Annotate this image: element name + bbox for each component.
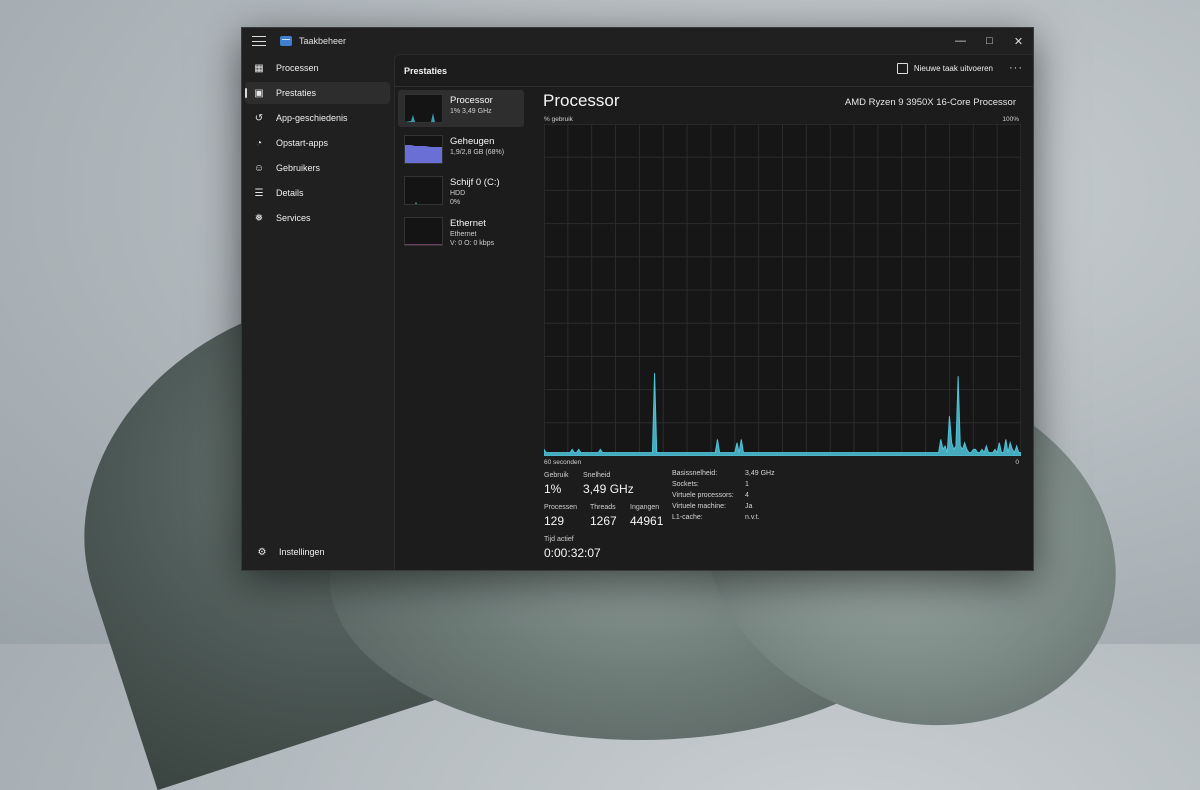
graph-xlabel: 60 seconden [544, 459, 582, 466]
spec-value: 3,49 GHz [745, 470, 775, 477]
panel-title: Processor [543, 91, 620, 110]
device-thumbnail [404, 176, 443, 205]
usage-label: Gebruik [544, 472, 569, 479]
spec-value: Ja [745, 503, 753, 510]
sidebar-item-label: Gebruikers [276, 163, 321, 173]
close-button[interactable]: ✕ [1004, 30, 1033, 52]
device-sub: HDD [450, 190, 466, 197]
sidebar: ▦ Processen ▣ Prestaties ↺ App-geschiede… [242, 54, 394, 570]
sidebar-item-details[interactable]: ☰ Details [245, 182, 390, 204]
task-manager-app-icon [280, 36, 292, 46]
main-content: Prestaties Nieuwe taak uitvoeren ··· Pro… [394, 54, 1033, 570]
run-new-task-button[interactable]: Nieuwe taak uitvoeren [896, 63, 993, 74]
sidebar-item-gebruikers[interactable]: ☺ Gebruikers [245, 157, 390, 179]
spec-key: L1-cache: [672, 514, 703, 521]
sidebar-item-instellingen[interactable]: ⚙ Instellingen [248, 541, 386, 563]
sidebar-item-opstart-apps[interactable]: ◔ Opstart-apps [245, 132, 390, 154]
sidebar-item-services[interactable]: ❅ Services [245, 207, 390, 229]
spec-value: n.v.t. [745, 514, 760, 521]
sidebar-item-label: Instellingen [279, 547, 325, 557]
maximize-button[interactable]: □ [975, 30, 1004, 52]
graph-ymax-label: 100% [1002, 116, 1019, 123]
graph-ylabel: % gebruik [544, 116, 573, 123]
sidebar-item-label: Processen [276, 63, 319, 73]
sidebar-item-label: App-geschiedenis [276, 113, 348, 123]
spec-key: Virtuele processors: [672, 492, 734, 499]
threads-value: 1267 [590, 514, 617, 528]
device-item-memory[interactable]: Geheugen 1,9/2,8 GB (68%) [398, 131, 524, 168]
device-name: Processor [450, 95, 493, 106]
uptime-value: 0:00:32:07 [544, 546, 601, 560]
sidebar-item-label: Details [276, 188, 304, 198]
device-item-processor[interactable]: Processor 1% 3,49 GHz [398, 90, 524, 127]
threads-label: Threads [590, 504, 616, 511]
main-header: Prestaties Nieuwe taak uitvoeren ··· [395, 55, 1033, 87]
speed-value: 3,49 GHz [583, 482, 634, 496]
task-manager-window: Taakbeheer — □ ✕ ▦ Processen ▣ Prestatie… [241, 27, 1034, 571]
minimize-button[interactable]: — [946, 30, 975, 52]
users-icon: ☺ [253, 162, 265, 174]
device-thumbnail [404, 217, 443, 246]
handles-label: Ingangen [630, 504, 660, 511]
app-title: Taakbeheer [299, 36, 347, 46]
processes-value: 129 [544, 514, 565, 528]
sidebar-item-prestaties[interactable]: ▣ Prestaties [245, 82, 390, 104]
device-sub: 1% 3,49 GHz [450, 108, 492, 115]
hamburger-menu-icon[interactable] [252, 36, 266, 46]
device-sub: Ethernet [450, 231, 477, 238]
spec-key: Basissnelheid: [672, 470, 718, 477]
puzzle-icon: ❅ [254, 212, 264, 224]
sidebar-item-app-geschiedenis[interactable]: ↺ App-geschiedenis [245, 107, 390, 129]
spec-key: Virtuele machine: [672, 503, 726, 510]
grid-icon: ▦ [254, 62, 264, 74]
processor-panel: Processor AMD Ryzen 9 3950X 16-Core Proc… [533, 88, 1033, 570]
speedometer-icon: ◔ [255, 137, 263, 149]
device-name: Geheugen [450, 136, 495, 147]
device-name: Schijf 0 (C:) [450, 177, 500, 188]
device-item-disk[interactable]: Schijf 0 (C:) HDD 0% [398, 172, 524, 209]
new-task-icon [896, 63, 908, 74]
sidebar-item-label: Services [276, 213, 311, 223]
uptime-label: Tijd actief [544, 536, 574, 543]
spec-key: Sockets: [672, 481, 699, 488]
cpu-usage-graph [544, 124, 1021, 456]
run-new-task-label: Nieuwe taak uitvoeren [913, 64, 993, 73]
more-options-button[interactable]: ··· [1009, 62, 1023, 74]
sidebar-item-label: Opstart-apps [276, 138, 329, 148]
device-thumbnail [404, 135, 443, 164]
processor-model: AMD Ryzen 9 3950X 16-Core Processor [844, 97, 1016, 108]
processes-label: Processen [544, 504, 578, 511]
device-list: Processor 1% 3,49 GHz Geheugen 1,9/2,8 G… [395, 88, 526, 570]
speed-label: Snelheid [583, 472, 611, 479]
history-icon: ↺ [254, 112, 264, 124]
graph-xmax-label: 0 [1015, 459, 1019, 466]
performance-icon: ▣ [254, 87, 264, 99]
sidebar-item-label: Prestaties [276, 88, 317, 98]
sidebar-item-processen[interactable]: ▦ Processen [245, 57, 390, 79]
page-title: Prestaties [404, 65, 448, 76]
usage-value: 1% [544, 482, 562, 496]
list-icon: ☰ [254, 187, 264, 199]
handles-value: 44961 [630, 514, 664, 528]
device-sub: V: 0 O: 0 kbps [450, 240, 495, 247]
title-bar: Taakbeheer — □ ✕ [242, 28, 1033, 54]
device-thumbnail [404, 94, 443, 123]
spec-value: 4 [745, 492, 749, 499]
device-name: Ethernet [450, 218, 486, 229]
device-item-ethernet[interactable]: Ethernet Ethernet V: 0 O: 0 kbps [398, 213, 524, 250]
device-sub: 0% [450, 199, 461, 206]
spec-value: 1 [745, 481, 749, 488]
device-sub: 1,9/2,8 GB (68%) [450, 149, 505, 156]
gear-icon: ⚙ [257, 546, 267, 558]
